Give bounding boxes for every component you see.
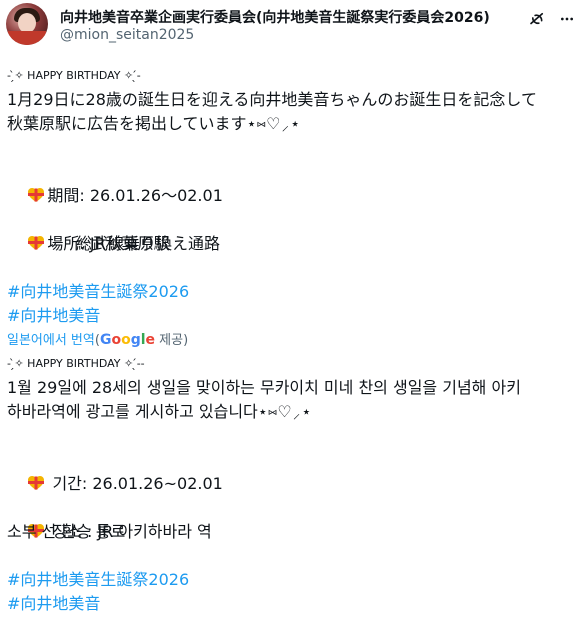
body-line: 秋葉原駅に広告を掲出しています⋆⑅♡⸝⋆	[7, 114, 301, 133]
period-text-translated: 기간: 26.01.26~02.01	[52, 474, 223, 493]
place-detail: 総武線乗り換え通路	[76, 234, 221, 253]
place-line: 場所: JR秋葉原駅	[7, 208, 577, 253]
place-line-translated: 장소 : JR 아키하바라 역	[7, 496, 577, 541]
hashtag-link[interactable]: #向井地美音生誕祭2026	[7, 280, 577, 304]
more-icon[interactable]	[558, 11, 576, 27]
body-line-translated: 하바라역에 광고를 게시하고 있습니다⋆⑅♡⸝⋆	[7, 402, 312, 421]
tweet-header: 向井地美音卒業企画実行委員会(向井地美音生誕祭実行委員会2026) @mion_…	[0, 0, 585, 56]
grok-icon[interactable]	[528, 10, 546, 28]
hashtag-link[interactable]: #向井地美音	[7, 304, 577, 328]
period-line-translated: 기간: 26.01.26~02.01	[7, 448, 577, 493]
provided-by: 제공)	[155, 333, 189, 348]
birthday-banner: - ̗̀✧ HAPPY BIRTHDAY ✧ ̖́-	[7, 69, 141, 82]
user-handle[interactable]: @mion_seitan2025	[60, 27, 194, 43]
birthday-banner-translated: - ̗̀✧ HAPPY BIRTHDAY ✧ ̖́--	[7, 357, 145, 370]
tweet-body: - ̗̀✧ HAPPY BIRTHDAY ✧ ̖́- 1月29日に28歳の誕生日…	[7, 64, 577, 616]
heart-gift-emoji	[28, 236, 45, 250]
body-line: 1月29日に28歳の誕生日を迎える向井地美音ちゃんのお誕生日を記念して	[7, 90, 537, 109]
heart-gift-emoji	[28, 476, 45, 490]
hashtag-link-translated[interactable]: #向井地美音	[7, 592, 577, 616]
translation-attribution: 일본어에서 번역(Google 제공)	[7, 328, 577, 352]
hashtag-link-translated[interactable]: #向井地美音生誕祭2026	[7, 568, 577, 592]
display-name[interactable]: 向井地美音卒業企画実行委員会(向井地美音生誕祭実行委員会2026)	[60, 7, 490, 27]
google-logo: Google	[99, 332, 156, 348]
body-line-translated: 1월 29일에 28세의 생일을 맞이하는 무카이치 미네 찬의 생일을 기념해…	[7, 378, 521, 397]
period-text: 期間: 26.01.26〜02.01	[47, 186, 223, 205]
translated-from-link[interactable]: 일본어에서 번역	[7, 333, 95, 348]
heart-gift-emoji	[28, 188, 45, 202]
period-line: 期間: 26.01.26〜02.01	[7, 160, 577, 205]
avatar[interactable]	[6, 3, 48, 45]
place-detail-translated: 소부 선 환승 통로	[7, 522, 126, 541]
